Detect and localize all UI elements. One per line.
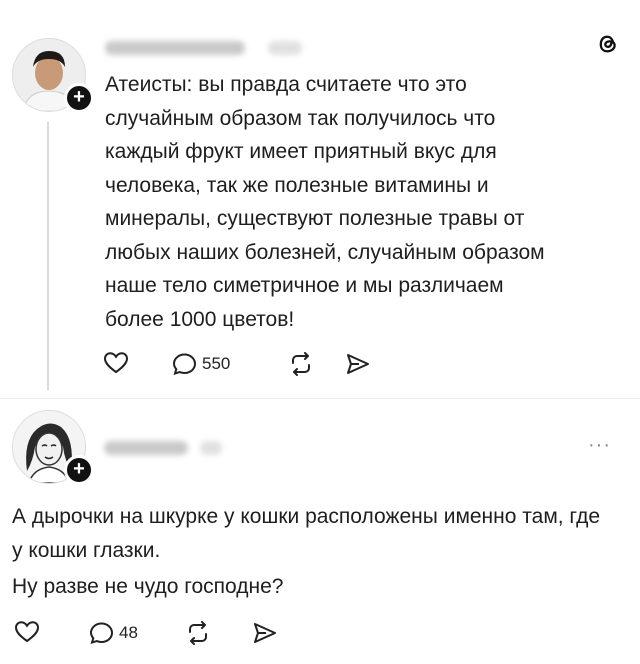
reply-timestamp: [200, 438, 230, 458]
follow-button[interactable]: +: [64, 83, 94, 113]
author-username[interactable]: [105, 38, 255, 58]
repost-button[interactable]: [287, 352, 315, 376]
comment-icon: [172, 353, 197, 375]
reply-repost-button[interactable]: [184, 621, 212, 645]
share-button[interactable]: [345, 352, 371, 376]
reply-comment-count: 48: [119, 623, 138, 642]
repost-icon: [292, 352, 310, 376]
heart-icon: [14, 621, 40, 643]
thread-line: [47, 122, 49, 390]
threads-logo-icon[interactable]: [594, 30, 622, 63]
post-timestamp: [268, 38, 308, 58]
divider: [0, 398, 640, 399]
post-text: Атеисты: вы правда считаете что это случ…: [105, 73, 545, 331]
reply-author-username[interactable]: [104, 438, 194, 458]
repost-icon: [189, 621, 207, 645]
comment-count: 550: [202, 354, 231, 373]
more-options-button[interactable]: ···: [588, 434, 611, 457]
comment-button[interactable]: 550: [172, 352, 230, 376]
reply-text-line1: А дырочки на шкурке у кошки расположены …: [12, 505, 601, 562]
reply-like-button[interactable]: [14, 620, 40, 644]
reply-comment-button[interactable]: 48: [89, 621, 138, 645]
share-icon: [347, 354, 369, 374]
like-button[interactable]: [103, 351, 129, 375]
share-icon: [254, 623, 276, 643]
reply-follow-button[interactable]: +: [64, 455, 94, 485]
reply-share-button[interactable]: [252, 621, 278, 645]
heart-icon: [103, 352, 129, 374]
reply-text-line2: Ну разве не чудо господне?: [12, 575, 284, 598]
comment-icon: [89, 622, 114, 644]
